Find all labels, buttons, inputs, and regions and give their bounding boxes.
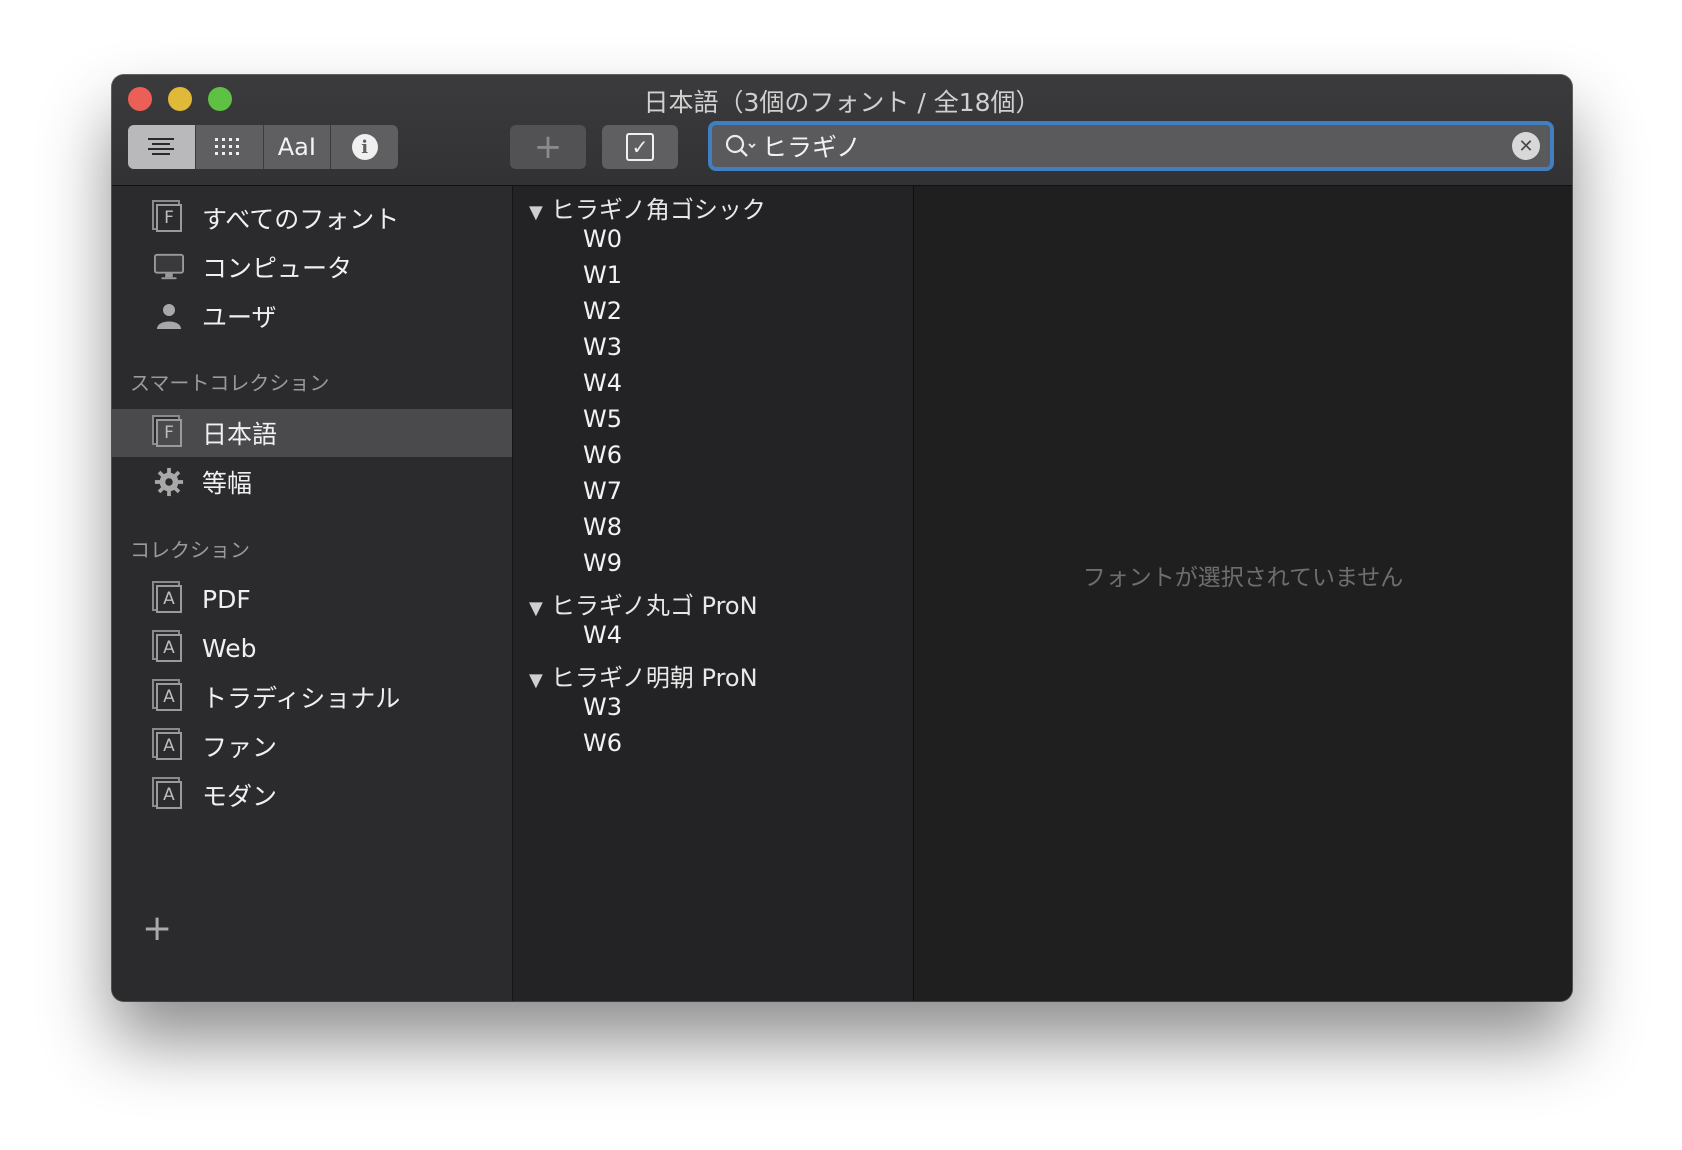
sidebar-item-monospace[interactable]: 等幅 <box>112 458 512 506</box>
plus-icon: + <box>533 127 563 167</box>
font-family-row[interactable]: ▼ ヒラギノ丸ゴ ProN <box>529 586 758 621</box>
sidebar-item-label: 等幅 <box>202 469 253 498</box>
font-face-row[interactable]: W0 <box>583 225 622 253</box>
collection-icon: A <box>154 731 184 761</box>
font-face-row[interactable]: W3 <box>583 693 622 721</box>
collection-icon: A <box>154 682 184 712</box>
sidebar-item-computer[interactable]: コンピュータ <box>112 243 512 291</box>
font-box-icon: F <box>154 418 184 448</box>
font-book-window: 日本語（3個のフォント / 全18個） AaI i + ✓ ヒラギノ ✕ F す… <box>112 75 1572 1001</box>
sidebar-item-modern[interactable]: A モダン <box>112 771 512 819</box>
font-family-name: ヒラギノ明朝 ProN <box>550 664 758 692</box>
font-face-row[interactable]: W4 <box>583 369 622 397</box>
font-preview-pane: フォントが選択されていません <box>914 186 1572 1001</box>
collection-icon: A <box>154 584 184 614</box>
collection-icon: A <box>154 780 184 810</box>
grid-icon <box>215 138 240 155</box>
list-icon <box>148 138 175 155</box>
sidebar-item-japanese[interactable]: F 日本語 <box>112 409 512 457</box>
sidebar-item-user[interactable]: ユーザ <box>112 292 512 340</box>
font-face-row[interactable]: W5 <box>583 405 622 433</box>
sidebar-item-label: Web <box>202 633 257 663</box>
sidebar-item-label: PDF <box>202 584 251 614</box>
sidebar-item-label: 日本語 <box>202 420 278 449</box>
clear-search-icon[interactable]: ✕ <box>1512 132 1540 160</box>
font-face-row[interactable]: W3 <box>583 333 622 361</box>
sidebar-item-web[interactable]: A Web <box>112 624 512 672</box>
sidebar-item-label: モダン <box>202 782 278 811</box>
font-face-row[interactable]: W1 <box>583 261 622 289</box>
sidebar: F すべてのフォント コンピュータ ユーザ スマートコレクション F 日本語 等… <box>112 186 513 1001</box>
grid-view-button[interactable] <box>196 125 264 169</box>
sidebar-item-traditional[interactable]: A トラディショナル <box>112 673 512 721</box>
validate-font-button[interactable]: ✓ <box>602 125 678 169</box>
sidebar-item-label: すべてのフォント <box>202 205 400 234</box>
view-mode-segmented-control: AaI i <box>128 125 398 169</box>
sample-text-icon: AaI <box>277 133 316 161</box>
sidebar-item-fun[interactable]: A ファン <box>112 722 512 770</box>
gear-icon <box>154 467 184 497</box>
font-face-row[interactable]: W7 <box>583 477 622 505</box>
no-font-selected-message: フォントが選択されていません <box>1082 565 1404 591</box>
disclosure-triangle-icon[interactable]: ▼ <box>529 670 543 691</box>
user-icon <box>154 301 184 331</box>
titlebar: 日本語（3個のフォント / 全18個） AaI i + ✓ ヒラギノ ✕ <box>112 75 1572 186</box>
search-input[interactable] <box>760 130 1512 162</box>
font-face-row[interactable]: W4 <box>583 621 622 649</box>
add-collection-button[interactable]: + <box>142 908 172 949</box>
sidebar-item-label: コンピュータ <box>202 254 353 283</box>
disclosure-triangle-icon[interactable]: ▼ <box>529 202 543 223</box>
font-face-row[interactable]: W6 <box>583 729 622 757</box>
sidebar-item-all-fonts[interactable]: F すべてのフォント <box>112 194 512 242</box>
window-title: 日本語（3個のフォント / 全18個） <box>643 88 1041 117</box>
font-face-row[interactable]: W6 <box>583 441 622 469</box>
font-family-name: ヒラギノ角ゴシック <box>550 196 766 224</box>
disclosure-triangle-icon[interactable]: ▼ <box>529 598 543 619</box>
search-field[interactable]: ✕ <box>708 121 1554 171</box>
smart-collection-header: スマートコレクション <box>130 371 330 395</box>
computer-icon <box>154 252 184 282</box>
sidebar-item-label: ユーザ <box>202 303 277 332</box>
list-view-button[interactable] <box>128 125 196 169</box>
checkbox-icon: ✓ <box>626 133 654 161</box>
collection-header: コレクション <box>130 538 250 562</box>
font-face-row[interactable]: W9 <box>583 549 622 577</box>
font-family-name: ヒラギノ丸ゴ ProN <box>550 592 758 620</box>
sidebar-item-label: トラディショナル <box>202 684 401 713</box>
info-icon: i <box>351 134 378 160</box>
font-list: ▼ ヒラギノ角ゴシック W0 W1 W2 W3 W4 W5 W6 W7 W8 W9… <box>513 186 914 1001</box>
font-face-row[interactable]: W2 <box>583 297 622 325</box>
sidebar-item-pdf[interactable]: A PDF <box>112 575 512 623</box>
sample-view-button[interactable]: AaI <box>264 125 332 169</box>
font-family-row[interactable]: ▼ ヒラギノ明朝 ProN <box>529 658 758 693</box>
sidebar-item-label: ファン <box>202 733 278 762</box>
search-icon <box>725 134 756 157</box>
info-view-button[interactable]: i <box>331 125 398 169</box>
font-family-row[interactable]: ▼ ヒラギノ角ゴシック <box>529 190 766 225</box>
font-face-row[interactable]: W8 <box>583 513 622 541</box>
collection-icon: A <box>154 633 184 663</box>
add-font-button[interactable]: + <box>510 125 586 169</box>
font-box-icon: F <box>154 203 184 233</box>
